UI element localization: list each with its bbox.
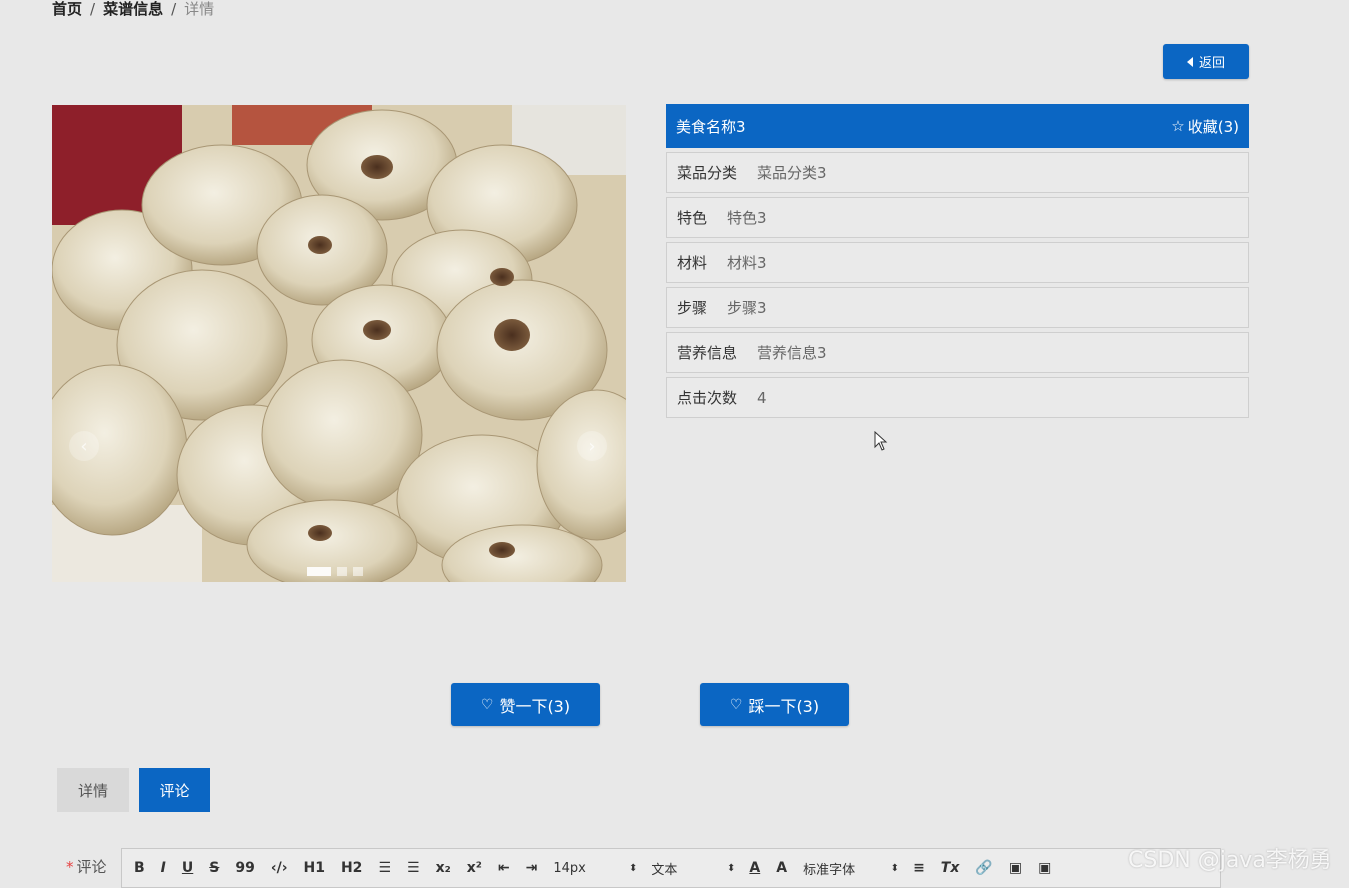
info-key: 材料 — [677, 254, 708, 272]
required-mark: * — [66, 858, 74, 876]
select-caret-icon: ⬍ — [628, 862, 638, 874]
outdent-button[interactable]: ⇤ — [498, 860, 510, 876]
align-button[interactable]: ≡ — [913, 860, 925, 876]
star-icon: ☆ — [1171, 117, 1185, 135]
header-2-button[interactable]: H2 — [341, 860, 362, 876]
info-row-steps: 步骤 步骤3 — [666, 287, 1249, 328]
carousel-dot[interactable] — [353, 567, 363, 576]
subscript-button[interactable]: x₂ — [436, 860, 451, 876]
recipe-info-panel: 美食名称3 ☆ 收藏(3) 菜品分类 菜品分类3 特色 特色3 材料 材料3 步… — [666, 104, 1249, 418]
back-button-label: 返回 — [1198, 56, 1225, 71]
like-button[interactable]: ♡ 赞一下(3) — [451, 683, 600, 726]
thumbs-up-icon: ♡ — [480, 696, 494, 713]
info-key: 菜品分类 — [677, 164, 738, 182]
select-caret-icon: ⬍ — [726, 862, 736, 874]
font-color-button[interactable]: A — [749, 860, 760, 876]
comment-label-text: 评论 — [76, 858, 107, 876]
link-button[interactable]: 🔗 — [975, 860, 992, 876]
superscript-button[interactable]: x² — [467, 860, 482, 876]
carousel-dot[interactable] — [337, 567, 347, 576]
carousel-indicators — [307, 567, 363, 576]
carousel-prev-button[interactable]: ‹ — [69, 431, 99, 461]
underline-button[interactable]: U — [182, 860, 193, 876]
breadcrumb-separator: / — [90, 0, 96, 18]
recipe-name: 美食名称3 — [676, 117, 746, 136]
breadcrumb-recipes[interactable]: 菜谱信息 — [103, 0, 163, 18]
rich-text-toolbar: B I U S 99 ‹/› H1 H2 ☰ ☰ x₂ x² ⇤ ⇥ 14px ⬍… — [121, 848, 1221, 888]
clear-format-button[interactable]: Tx — [941, 860, 960, 876]
breadcrumb-separator: / — [171, 0, 177, 18]
bold-button[interactable]: B — [134, 860, 145, 876]
recipe-info-header: 美食名称3 ☆ 收藏(3) — [666, 104, 1249, 148]
mouse-cursor-icon — [874, 431, 888, 451]
info-value: 特色3 — [727, 209, 767, 227]
font-family-value: 标准字体 — [803, 862, 856, 878]
caret-left-icon — [1186, 56, 1193, 67]
tab-comment[interactable]: 评论 — [139, 768, 210, 812]
dislike-label: 踩一下(3) — [748, 696, 820, 716]
background-color-button[interactable]: A — [776, 860, 787, 876]
code-block-button[interactable]: ‹/› — [271, 860, 288, 876]
carousel-next-button[interactable]: › — [577, 431, 607, 461]
info-key: 步骤 — [677, 299, 708, 317]
info-value: 步骤3 — [727, 299, 767, 317]
bullet-list-button[interactable]: ☰ — [407, 860, 420, 876]
breadcrumb-current: 详情 — [184, 0, 215, 18]
ordered-list-button[interactable]: ☰ — [378, 860, 391, 876]
watermark: CSDN @java李杨勇 — [1128, 848, 1332, 873]
italic-button[interactable]: I — [161, 860, 166, 876]
blockquote-button[interactable]: 99 — [235, 860, 254, 876]
breadcrumb-home[interactable]: 首页 — [52, 0, 82, 18]
image-carousel[interactable]: ‹ › — [52, 105, 626, 582]
info-value: 4 — [757, 388, 767, 407]
info-row-category: 菜品分类 菜品分类3 — [666, 152, 1249, 193]
breadcrumb: 首页 / 菜谱信息 / 详情 — [52, 0, 214, 19]
info-row-ingredients: 材料 材料3 — [666, 242, 1249, 283]
like-label: 赞一下(3) — [499, 696, 571, 716]
font-size-value: 14px — [553, 860, 586, 876]
food-image — [52, 105, 626, 582]
header-1-button[interactable]: H1 — [304, 860, 325, 876]
info-value: 材料3 — [727, 254, 767, 272]
info-row-nutrition: 营养信息 营养信息3 — [666, 332, 1249, 373]
text-style-value: 文本 — [651, 862, 678, 878]
favorite-button[interactable]: ☆ 收藏(3) — [1171, 116, 1239, 137]
thumbs-down-icon: ♡ — [729, 696, 743, 713]
info-value: 营养信息3 — [757, 344, 827, 362]
strikethrough-button[interactable]: S — [209, 860, 219, 876]
indent-button[interactable]: ⇥ — [526, 860, 538, 876]
carousel-dot[interactable] — [307, 567, 331, 576]
comment-field-label: * 评论 — [66, 856, 107, 877]
info-row-clicks: 点击次数 4 — [666, 377, 1249, 418]
info-key: 点击次数 — [677, 389, 738, 407]
font-family-select[interactable]: 标准字体 ⬍ — [803, 859, 899, 878]
video-button[interactable]: ▣ — [1038, 860, 1051, 876]
tab-detail[interactable]: 详情 — [57, 768, 129, 812]
info-key: 营养信息 — [677, 344, 738, 362]
select-caret-icon: ⬍ — [890, 862, 900, 874]
favorite-label: 收藏(3) — [1187, 117, 1239, 136]
info-key: 特色 — [677, 209, 708, 227]
info-row-feature: 特色 特色3 — [666, 197, 1249, 238]
dislike-button[interactable]: ♡ 踩一下(3) — [700, 683, 849, 726]
image-button[interactable]: ▣ — [1009, 860, 1022, 876]
info-value: 菜品分类3 — [757, 164, 827, 182]
back-button[interactable]: 返回 — [1163, 44, 1249, 79]
text-style-select[interactable]: 文本 ⬍ — [651, 859, 735, 878]
font-size-select[interactable]: 14px ⬍ — [553, 861, 637, 876]
